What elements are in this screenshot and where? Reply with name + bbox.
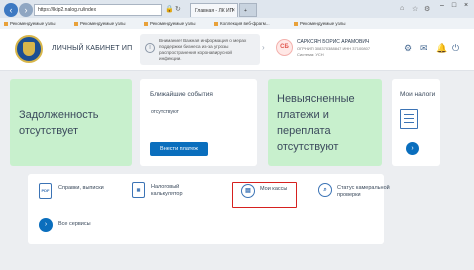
favorite-icon — [74, 21, 78, 26]
magnifier-icon: ⌕ — [318, 183, 332, 197]
service-label-line: калькулятор — [151, 191, 183, 197]
pay-button[interactable]: Внести платеж — [150, 142, 208, 156]
new-tab-icon: + — [244, 8, 247, 14]
service-label-line: Статус камеральной — [337, 185, 390, 191]
close-window-button[interactable]: × — [461, 1, 471, 10]
emblem-icon — [23, 42, 35, 56]
service-label-line: проверки — [337, 192, 361, 198]
back-button[interactable]: ‹ — [4, 3, 18, 17]
favorite-item[interactable]: Рекомендуемые узлы — [294, 18, 345, 29]
avatar[interactable]: СБ — [276, 39, 293, 56]
arrow-right-icon: › — [39, 218, 53, 232]
favorite-label: Рекомендуемые узлы — [10, 21, 56, 26]
site-header: ЛИЧНЫЙ КАБИНЕТ ИП i Внимание! Важная инф… — [0, 29, 474, 71]
document-line — [404, 118, 414, 119]
favorite-icon — [214, 21, 218, 26]
favorite-item[interactable]: Коллекция веб-фрагм... — [214, 18, 270, 29]
favorite-item[interactable]: Рекомендуемые узлы — [144, 18, 195, 29]
services-panel: PDF Справки, выписки ▦ Налоговый калькуля… — [28, 174, 390, 244]
calculator-icon: ▦ — [132, 182, 145, 198]
unclear-payments-status: Невыясненные платежи и переплата отсутст… — [277, 93, 355, 153]
favorite-item[interactable]: Рекомендуемые узлы — [74, 18, 125, 29]
user-inn: ОГРНИП 308370388847 ИНН 37100807 — [297, 46, 371, 51]
tab-label: Главная - ЛК ИП — [195, 8, 234, 14]
chevron-right-icon[interactable]: › — [262, 43, 265, 52]
gear-icon[interactable]: ⚙ — [424, 5, 430, 13]
service-label: Все сервисы — [58, 221, 91, 227]
address-bar[interactable]: https://lkip2.nalog.ru/index — [34, 4, 162, 16]
favorite-label: Рекомендуемые узлы — [150, 21, 196, 26]
settings-icon[interactable]: ⚙ — [404, 43, 412, 54]
fns-logo[interactable] — [15, 35, 43, 63]
service-label-line: Налоговый — [151, 184, 180, 190]
close-icon[interactable]: × — [231, 4, 235, 17]
bell-icon[interactable]: 🔔 — [436, 43, 447, 54]
forward-button[interactable]: › — [19, 3, 33, 17]
user-tax-system: Система: УСН — [297, 52, 324, 57]
logout-icon[interactable]: ⏻ — [452, 43, 459, 54]
refresh-icon[interactable]: ↻ — [175, 5, 181, 13]
service-label: Справки, выписки — [58, 185, 104, 191]
my-taxes-title: Мои налоги — [400, 91, 436, 98]
service-label: Налоговый калькулятор — [151, 184, 183, 198]
minimize-button[interactable]: – — [437, 1, 447, 10]
tab-main[interactable]: Главная - ЛК ИП × — [190, 3, 238, 17]
debt-status: Задолженность отсутствует — [19, 109, 99, 137]
highlight-frame — [232, 182, 297, 208]
events-card: Ближайшие события отсутствуют Внести пла… — [140, 79, 257, 166]
user-name[interactable]: САРКСЯН БОРИС АРАМОВИЧ — [297, 39, 369, 45]
favorite-item[interactable]: Рекомендуемые узлы — [4, 18, 55, 29]
favorite-icon — [4, 21, 8, 26]
debt-card[interactable]: Задолженность отсутствует — [10, 79, 132, 166]
maximize-button[interactable]: □ — [449, 1, 459, 10]
favorite-icon — [294, 21, 298, 26]
browser-chrome: ‹ › https://lkip2.nalog.ru/index 🔒 ↻ Гла… — [0, 0, 474, 29]
favorites-bar: Рекомендуемые узлы Рекомендуемые узлы Ре… — [0, 18, 474, 29]
home-icon[interactable]: ⌂ — [400, 5, 404, 12]
tab-new[interactable]: + — [239, 3, 257, 17]
star-icon[interactable]: ☆ — [412, 5, 418, 13]
cabinet-title: ЛИЧНЫЙ КАБИНЕТ ИП — [52, 45, 133, 52]
my-taxes-card[interactable]: Мои налоги › — [392, 79, 440, 166]
events-title: Ближайшие события — [150, 91, 213, 98]
events-value: отсутствуют — [151, 109, 179, 115]
info-icon: i — [145, 43, 155, 53]
favorite-label: Коллекция веб-фрагм... — [220, 21, 270, 26]
favorite-label: Рекомендуемые узлы — [300, 21, 346, 26]
service-label: Статус камеральной проверки — [337, 185, 390, 199]
favorite-label: Рекомендуемые узлы — [80, 21, 126, 26]
pdf-icon: PDF — [39, 183, 52, 199]
notice-banner[interactable]: i Внимание! Важная информация о мерах по… — [140, 34, 260, 65]
mail-icon[interactable]: ✉ — [420, 43, 428, 54]
document-icon — [400, 109, 418, 129]
document-line — [404, 114, 414, 115]
lock-icon: 🔒 — [165, 6, 174, 13]
favorite-icon — [144, 21, 148, 26]
unclear-payments-card[interactable]: Невыясненные платежи и переплата отсутст… — [268, 79, 382, 166]
notice-text: Внимание! Важная информация о мерах подд… — [159, 38, 247, 61]
document-line — [404, 122, 414, 123]
arrow-right-icon[interactable]: › — [406, 142, 419, 155]
